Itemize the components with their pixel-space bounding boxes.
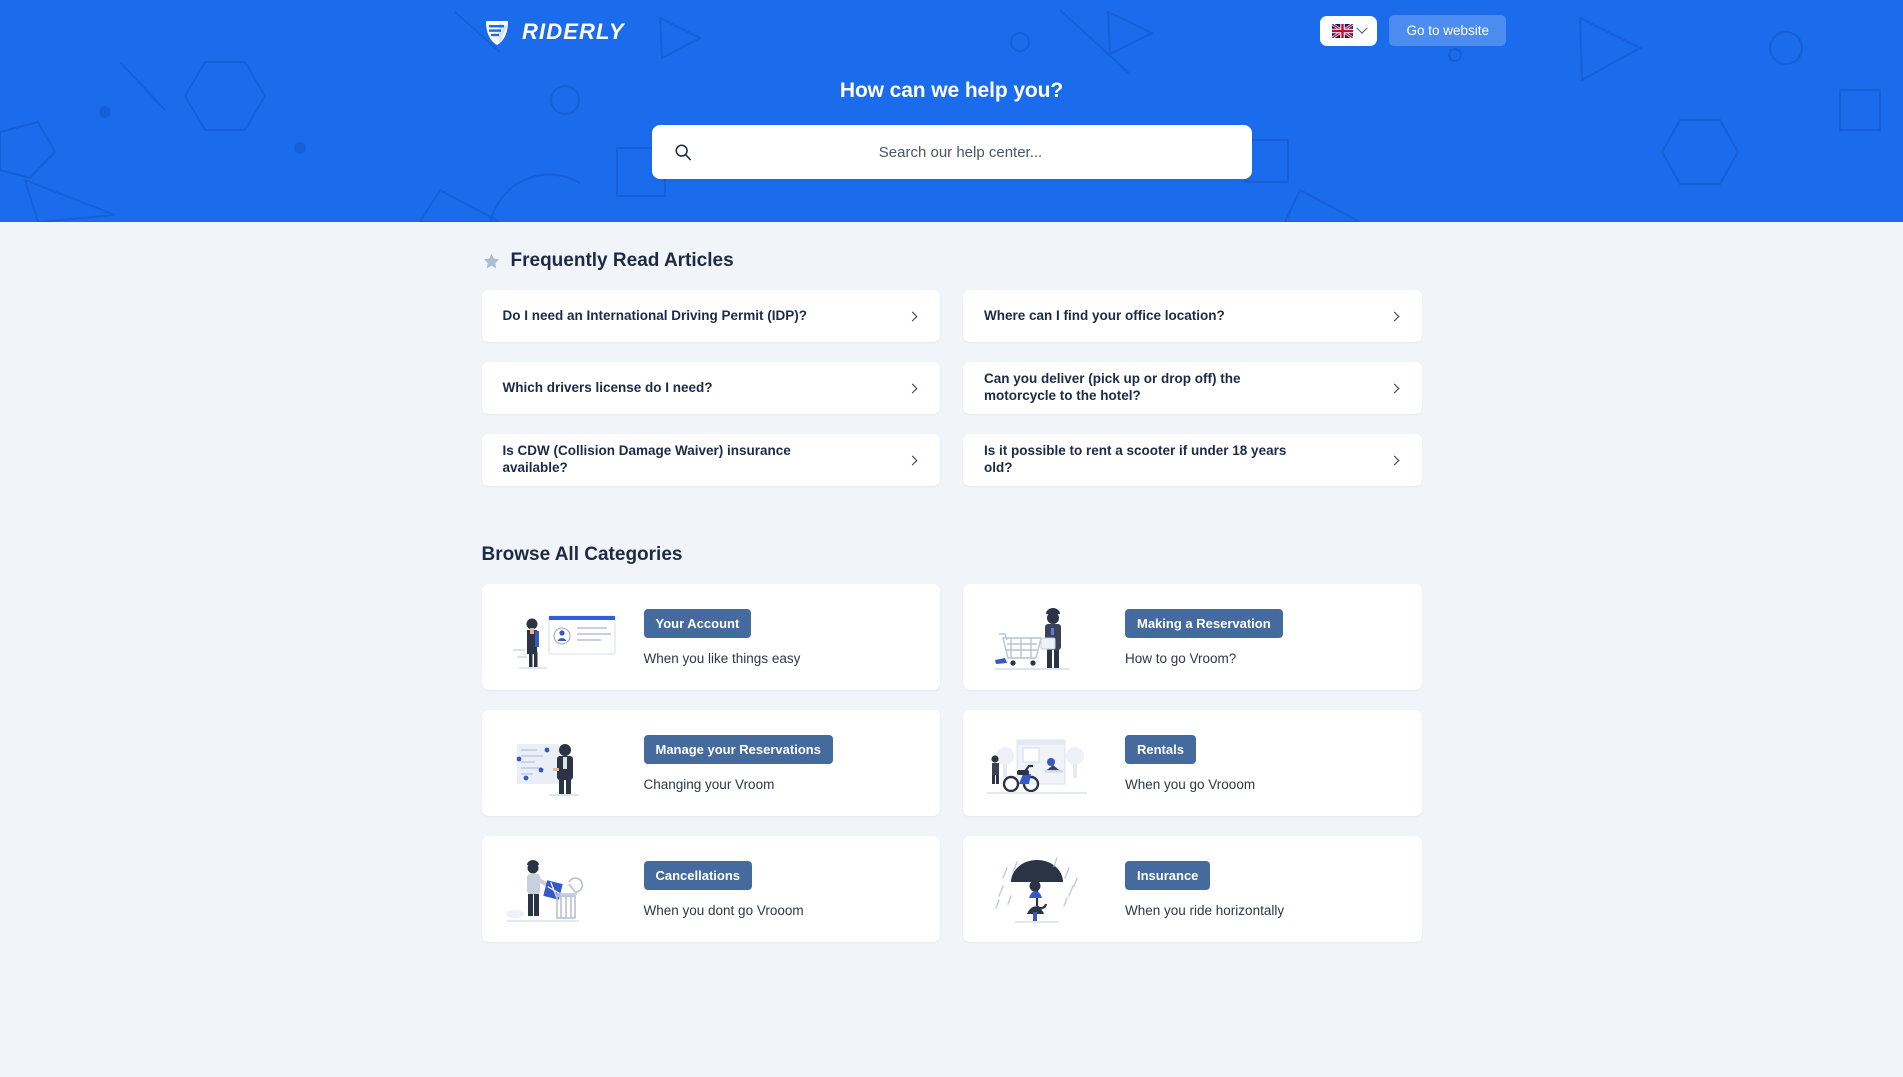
- category-body: Manage your Reservations Changing your V…: [642, 734, 833, 792]
- categories-grid: Your Account When you like things easy M…: [481, 584, 1422, 942]
- frequently-read-heading: Frequently Read Articles: [482, 250, 1422, 272]
- category-card[interactable]: Your Account When you like things easy: [481, 584, 940, 690]
- article-label: Which drivers license do I need?: [502, 379, 713, 395]
- article-label: Is it possible to rent a scooter if unde…: [984, 443, 1287, 475]
- go-to-website-button[interactable]: Go to website: [1389, 15, 1506, 46]
- person-shopping-cart-illustration: [963, 600, 1123, 674]
- search-input[interactable]: [691, 143, 1230, 161]
- article-card[interactable]: Do I need an International Driving Permi…: [481, 290, 940, 342]
- article-card[interactable]: Which drivers license do I need?: [481, 362, 940, 414]
- article-card[interactable]: Is CDW (Collision Damage Waiver) insuran…: [481, 434, 940, 486]
- brand-logo[interactable]: RIDERLY: [483, 17, 625, 47]
- person-profile-card-illustration: [482, 600, 642, 674]
- category-body: Making a Reservation How to go Vroom?: [1123, 608, 1283, 666]
- category-badge[interactable]: Manage your Reservations: [643, 734, 833, 764]
- search-icon: [674, 144, 691, 161]
- category-badge[interactable]: Insurance: [1125, 860, 1211, 890]
- person-trash-bin-illustration: [482, 852, 642, 926]
- article-card[interactable]: Is it possible to rent a scooter if unde…: [963, 434, 1422, 486]
- hero-banner: RIDERLY Go to website How can we help yo…: [0, 0, 1903, 222]
- hero-topbar: RIDERLY Go to website: [0, 0, 1903, 58]
- browse-categories-title: Browse All Categories: [481, 544, 683, 565]
- category-badge[interactable]: Your Account: [643, 608, 752, 638]
- category-card[interactable]: Insurance When you ride horizontally: [963, 836, 1422, 942]
- category-badge[interactable]: Cancellations: [643, 860, 753, 890]
- chevron-right-icon: [1389, 311, 1399, 321]
- star-icon: [483, 253, 499, 268]
- language-selector[interactable]: [1320, 15, 1378, 46]
- article-label: Do I need an International Driving Permi…: [502, 307, 808, 323]
- category-subtitle: When you dont go Vrooom: [643, 902, 804, 918]
- chevron-down-icon: [1356, 22, 1368, 34]
- person-umbrella-rain-illustration: [963, 852, 1123, 926]
- chevron-right-icon: [1389, 383, 1399, 393]
- category-subtitle: When you ride horizontally: [1125, 902, 1285, 918]
- main-content: Frequently Read Articles Do I need an In…: [481, 222, 1422, 942]
- category-subtitle: Changing your Vroom: [643, 776, 775, 792]
- chevron-right-icon: [907, 455, 918, 465]
- search-bar[interactable]: [651, 125, 1252, 179]
- brand-name: RIDERLY: [522, 19, 625, 44]
- riderly-shield-icon: [486, 21, 508, 45]
- article-label: Can you deliver (pick up or drop off) th…: [984, 371, 1241, 403]
- article-card[interactable]: Can you deliver (pick up or drop off) th…: [963, 362, 1422, 414]
- category-body: Your Account When you like things easy: [642, 608, 801, 666]
- category-subtitle: How to go Vroom?: [1125, 650, 1237, 666]
- category-subtitle: When you go Vrooom: [1125, 776, 1256, 792]
- category-body: Insurance When you ride horizontally: [1123, 860, 1285, 918]
- frequently-read-title: Frequently Read Articles: [510, 250, 734, 271]
- article-label: Where can I find your office location?: [984, 307, 1225, 323]
- category-card[interactable]: Cancellations When you dont go Vrooom: [481, 836, 940, 942]
- chevron-right-icon: [907, 311, 918, 321]
- category-badge[interactable]: Making a Reservation: [1125, 608, 1283, 638]
- page-title: How can we help you?: [839, 79, 1064, 102]
- category-card[interactable]: Manage your Reservations Changing your V…: [481, 710, 940, 816]
- category-body: Cancellations When you dont go Vrooom: [642, 860, 804, 918]
- scooter-storefront-illustration: [963, 726, 1123, 800]
- category-card[interactable]: Making a Reservation How to go Vroom?: [963, 584, 1422, 690]
- article-label: Is CDW (Collision Damage Waiver) insuran…: [502, 443, 791, 475]
- category-badge[interactable]: Rentals: [1125, 734, 1196, 764]
- person-data-list-illustration: [482, 726, 642, 800]
- chevron-right-icon: [1389, 455, 1399, 465]
- category-card[interactable]: Rentals When you go Vrooom: [963, 710, 1422, 816]
- chevron-right-icon: [907, 383, 918, 393]
- article-card[interactable]: Where can I find your office location?: [963, 290, 1422, 342]
- category-subtitle: When you like things easy: [643, 650, 801, 666]
- frequently-read-grid: Do I need an International Driving Permi…: [481, 290, 1422, 486]
- header-controls: Go to website: [1320, 15, 1506, 46]
- category-body: Rentals When you go Vrooom: [1123, 734, 1256, 792]
- uk-flag-icon: [1331, 23, 1353, 38]
